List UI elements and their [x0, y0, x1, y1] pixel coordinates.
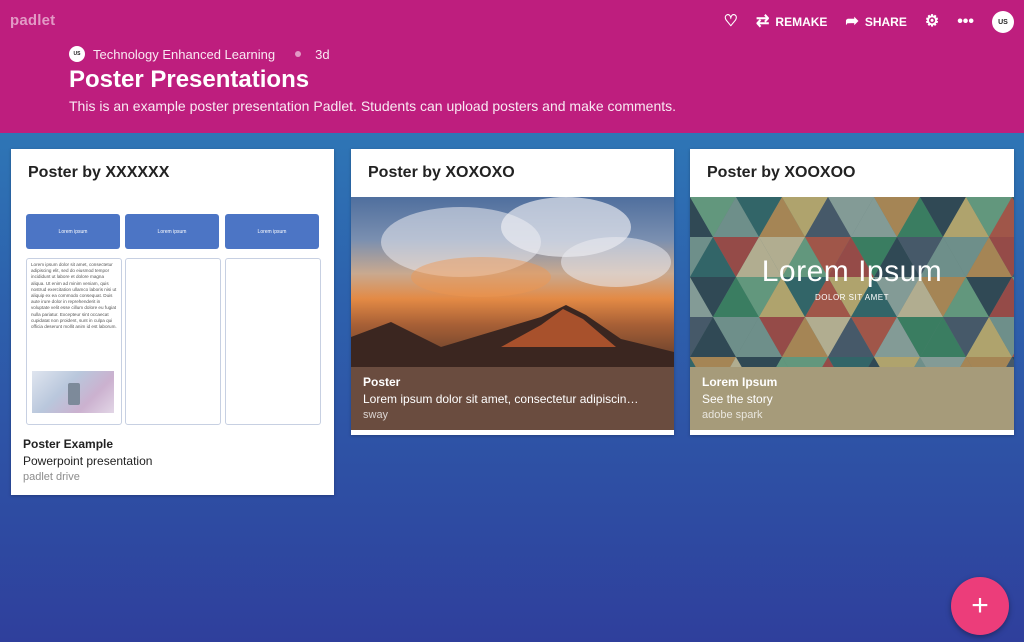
attachment-source: padlet drive [23, 471, 80, 483]
page-description: This is an example poster presentation P… [69, 98, 677, 114]
more-button[interactable]: ••• [957, 14, 974, 30]
triangle-graphic[interactable]: Lorem Ipsum DOLOR SIT AMET [690, 197, 1014, 367]
heart-icon: ♡ [723, 13, 738, 30]
remake-button[interactable]: ⇄ REMAKE [756, 14, 827, 30]
padlet-meta: US Technology Enhanced Learning 3d [69, 46, 330, 62]
plus-icon: + [971, 589, 989, 622]
attachment-title: Poster Example [23, 437, 114, 451]
attachment-title: Poster [363, 375, 401, 389]
poster-column: Lorem ipsum dolor sit amet, consectetur … [26, 258, 122, 425]
attachment-caption[interactable]: Lorem Ipsum See the story adobe spark [690, 367, 1014, 430]
attachment-caption[interactable]: Poster Example Powerpoint presentation p… [11, 435, 334, 492]
attachment-title: Lorem Ipsum [702, 375, 778, 389]
share-button[interactable]: ➦ SHARE [845, 14, 906, 30]
post-heading: Poster by XOOXOO [690, 149, 1014, 197]
padlet-header: padlet ♡ ⇄ REMAKE ➦ SHARE ⚙ ••• US US Te… [0, 0, 1024, 133]
remake-icon: ⇄ [756, 13, 770, 30]
post-card[interactable]: Poster by XOOXOO Lorem Ipsum DOLOR SIT A… [690, 149, 1014, 435]
post-heading: Poster by XXXXXX [11, 149, 334, 197]
attachment-description: Lorem ipsum dolor sit amet, consectetur … [363, 392, 639, 406]
poster-microscope-image [32, 371, 114, 413]
poster-column [225, 258, 321, 425]
like-button[interactable]: ♡ [724, 14, 738, 30]
attachment-caption[interactable]: Poster Lorem ipsum dolor sit amet, conse… [351, 367, 674, 430]
owner-avatar: US [69, 46, 85, 62]
graphic-subtitle: DOLOR SIT AMET [815, 293, 889, 302]
poster-column-header: Lorem ipsum [225, 214, 319, 249]
more-dots-icon: ••• [957, 13, 974, 30]
post-card[interactable]: Poster by XOXOXO Poster Lorem ipsum dolo… [351, 149, 674, 435]
attachment-description: See the story [702, 392, 773, 406]
mountain-silhouette [351, 305, 674, 367]
poster-body-text: Lorem ipsum dolor sit amet, consectetur … [31, 262, 117, 330]
user-avatar[interactable]: US [992, 11, 1014, 33]
toolbar: ♡ ⇄ REMAKE ➦ SHARE ⚙ ••• US [724, 10, 1014, 34]
owner-name[interactable]: Technology Enhanced Learning [93, 47, 275, 62]
padlet-logo[interactable]: padlet [10, 12, 55, 29]
poster-column [125, 258, 221, 425]
poster-column-header: Lorem ipsum [125, 214, 219, 249]
share-label: SHARE [864, 15, 907, 29]
padlet-age: 3d [315, 46, 330, 62]
share-arrow-icon: ➦ [845, 13, 859, 30]
graphic-title: Lorem Ipsum [761, 255, 943, 288]
settings-button[interactable]: ⚙ [925, 14, 939, 30]
gear-icon: ⚙ [924, 13, 940, 30]
post-heading: Poster by XOXOXO [351, 149, 674, 197]
post-card[interactable]: Poster by XXXXXX Lorem ipsum Lorem ipsum… [11, 149, 334, 495]
attachment-description: Powerpoint presentation [23, 454, 153, 468]
page-title: Poster Presentations [69, 66, 310, 93]
poster-column-header: Lorem ipsum [26, 214, 120, 249]
sky-photo[interactable] [351, 197, 674, 367]
attachment-source: sway [363, 409, 389, 421]
add-post-button[interactable]: + [951, 577, 1009, 635]
poster-thumbnail[interactable]: Lorem ipsum Lorem ipsum Lorem ipsum Lore… [11, 197, 334, 435]
remake-label: REMAKE [775, 15, 828, 29]
separator-dot [295, 51, 302, 57]
attachment-source: adobe spark [702, 409, 763, 421]
